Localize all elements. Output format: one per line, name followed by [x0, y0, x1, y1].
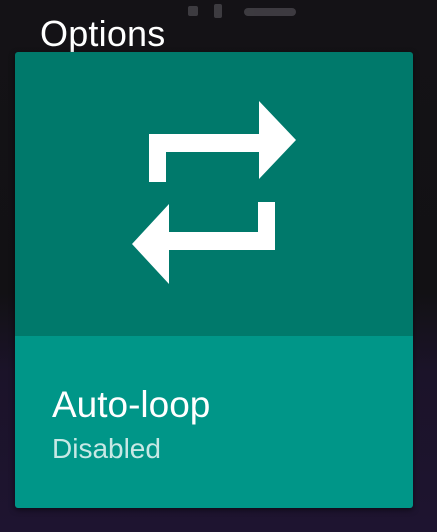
card-icon-area: [15, 52, 413, 336]
options-screen: Options Auto-loop Disabled: [0, 0, 437, 532]
card-title: Auto-loop: [52, 384, 211, 425]
repeat-icon: [132, 101, 296, 284]
background-blurred-content: [180, 0, 310, 28]
card-status: Disabled: [52, 433, 161, 464]
card-text-area: Auto-loop Disabled: [15, 336, 413, 508]
auto-loop-option-card[interactable]: Auto-loop Disabled: [15, 52, 413, 508]
page-title: Options: [40, 13, 166, 54]
